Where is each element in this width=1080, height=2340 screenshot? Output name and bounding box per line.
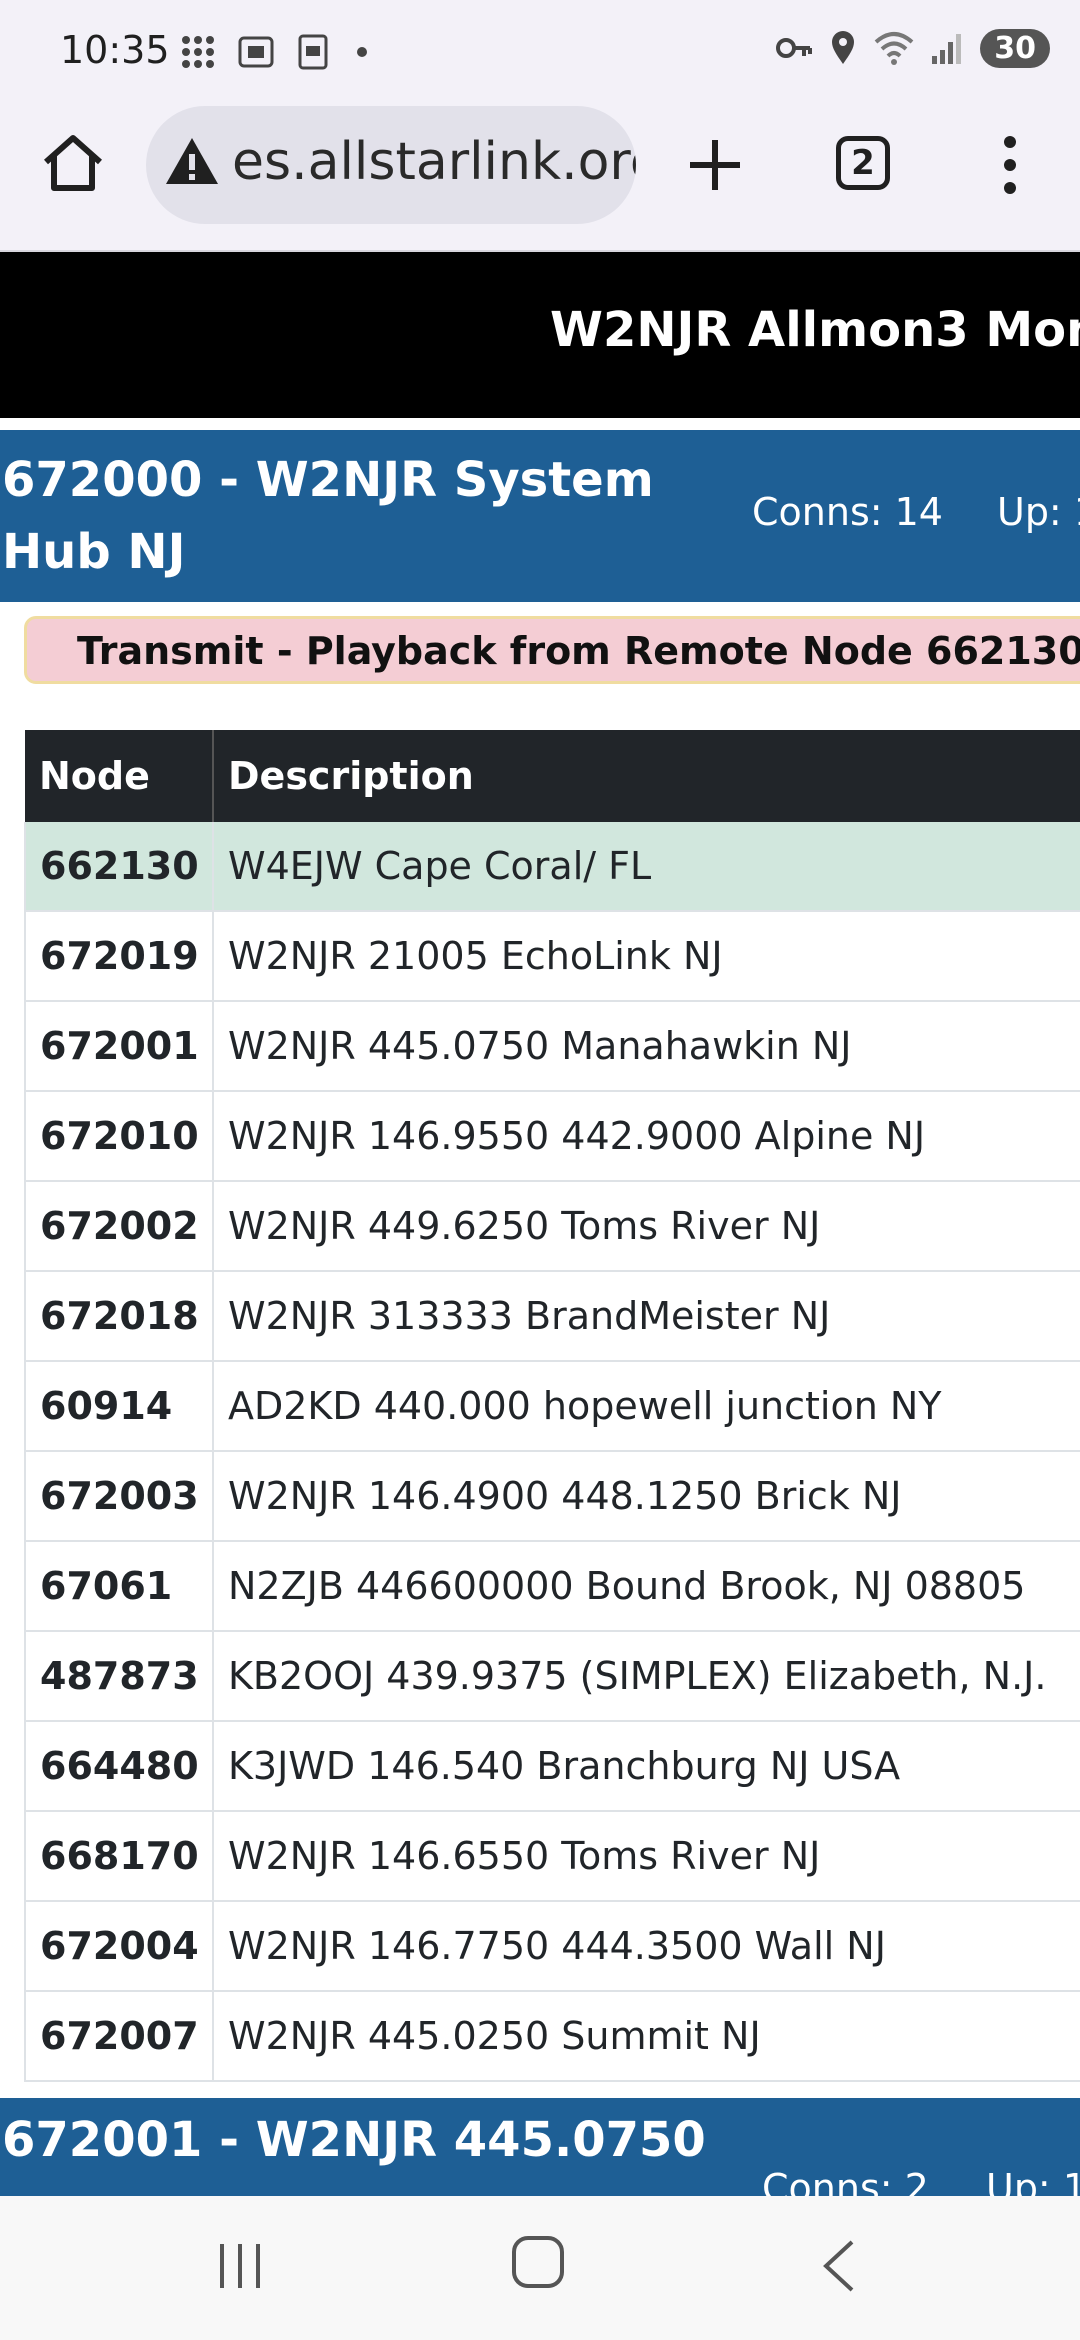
node-description: N2ZJB 446600000 Bound Brook, NJ 08805 [213,1541,1080,1632]
node-description: W2NJR 445.0250 Summit NJ [213,1991,1080,2082]
node-panel-header: 672000 - W2NJR System Hub NJ Conns: 14 U… [0,430,1080,602]
table-row: 67061 N2ZJB 446600000 Bound Brook, NJ 088… [24,1541,1080,1632]
table-row: 672001 W2NJR 445.0750 Manahawkin NJ [24,1001,1080,1092]
table-row: 672003 W2NJR 146.4900 448.1250 Brick NJ [24,1451,1080,1542]
node-description: W2NJR 146.9550 442.9000 Alpine NJ [213,1091,1080,1182]
node-panel-header-2: 672001 - W2NJR 445.0750 Conns: 2 Up: 1 [0,2098,1080,2198]
table-row: 662130 W4EJW Cape Coral/ FL [24,822,1080,912]
battery-indicator: 30 [980,28,1050,68]
transmit-alert-text: Transmit - Playback from Remote Node 662… [77,629,1080,673]
column-header-description: Description [213,730,1080,822]
node-uptime: Up: 1 [997,490,1080,534]
node-description: W2NJR 313333 BrandMeister NJ [213,1271,1080,1362]
location-icon [832,31,855,64]
table-row: 672010 W2NJR 146.9550 442.9000 Alpine NJ [24,1091,1080,1182]
node-number: 672002 [24,1181,214,1272]
table-row: 672019 W2NJR 21005 EchoLink NJ [24,911,1080,1002]
warning-icon[interactable] [162,132,222,192]
node-description: W2NJR 146.6550 Toms River NJ [213,1811,1080,1902]
node-description: AD2KD 440.000 hopewell junction NY [213,1361,1080,1452]
table-row: 664480 K3JWD 146.540 Branchburg NJ USA [24,1721,1080,1812]
node-number: 672007 [24,1991,214,2082]
dots-grid-icon [182,36,214,68]
table-row: 672002 W2NJR 449.6250 Toms River NJ [24,1181,1080,1272]
node-number: 672010 [24,1091,214,1182]
back-icon[interactable] [818,2236,858,2296]
table-header-row: Node Description [25,730,1080,822]
node-conns-2: Conns: 2 [762,2166,929,2198]
status-bar: 10:35 30 [0,0,1080,100]
signal-icon [932,34,962,64]
table-row: 60914 AD2KD 440.000 hopewell junction NY [24,1361,1080,1452]
fax-icon [298,34,328,70]
transmit-alert: Transmit - Playback from Remote Node 662… [24,616,1080,684]
wifi-icon [874,32,914,65]
status-time: 10:35 [60,28,170,72]
node-number: 672018 [24,1271,214,1362]
table-row: 487873 KB2OOJ 439.9375 (SIMPLEX) Elizabet… [24,1631,1080,1722]
node-number: 672003 [24,1451,214,1542]
node-uptime-2: Up: 1 [986,2166,1080,2198]
node-table: Node Description 662130 W4EJW Cape Coral/… [24,730,1080,2082]
node-number: 672004 [24,1901,214,1992]
node-description: W2NJR 21005 EchoLink NJ [213,911,1080,1002]
more-menu-icon[interactable] [990,130,1030,200]
node-number: 664480 [24,1721,214,1812]
node-description: W2NJR 146.4900 448.1250 Brick NJ [213,1451,1080,1542]
plus-icon[interactable] [680,130,750,200]
node-number: 668170 [24,1811,214,1902]
page-title: W2NJR Allmon3 Monito [550,302,1080,358]
node-panel-title: 672000 - W2NJR System Hub NJ [2,452,654,580]
status-left-icons [178,32,372,72]
node-description: W4EJW Cape Coral/ FL [213,822,1080,912]
node-number: 672001 [24,1001,214,1092]
node-number: 672019 [24,911,214,1002]
table-row: 672004 W2NJR 146.7750 444.3500 Wall NJ [24,1901,1080,1992]
key-icon [776,38,813,58]
node-number: 662130 [24,822,214,912]
screenshot-icon [238,36,274,68]
node-description: W2NJR 449.6250 Toms River NJ [213,1181,1080,1272]
dot-icon [357,47,367,57]
browser-toolbar: es.allstarlink.org 2 [0,100,1080,252]
node-number: 60914 [24,1361,214,1452]
node-panel-title-2: 672001 - W2NJR 445.0750 [2,2112,706,2168]
node-description: K3JWD 146.540 Branchburg NJ USA [213,1721,1080,1812]
node-description: W2NJR 146.7750 444.3500 Wall NJ [213,1901,1080,1992]
url-bar[interactable]: es.allstarlink.org [146,106,636,224]
node-description: KB2OOJ 439.9375 (SIMPLEX) Elizabeth, N.J… [213,1631,1080,1722]
home-nav-icon[interactable] [510,2234,566,2290]
page-header: W2NJR Allmon3 Monito [0,252,1080,418]
url-text[interactable]: es.allstarlink.org [232,132,636,192]
recents-icon[interactable] [210,2236,270,2296]
node-conns: Conns: 14 [752,490,943,534]
home-icon[interactable] [38,128,108,198]
system-nav-bar [0,2196,1080,2340]
status-right-icons: 30 [774,28,1050,68]
table-row: 672018 W2NJR 313333 BrandMeister NJ [24,1271,1080,1362]
column-header-node: Node [25,730,214,822]
node-number: 487873 [24,1631,214,1722]
node-number: 67061 [24,1541,214,1632]
table-row: 668170 W2NJR 146.6550 Toms River NJ [24,1811,1080,1902]
tab-switcher-button[interactable]: 2 [836,136,890,190]
node-description: W2NJR 445.0750 Manahawkin NJ [213,1001,1080,1092]
table-row: 672007 W2NJR 445.0250 Summit NJ [24,1991,1080,2082]
